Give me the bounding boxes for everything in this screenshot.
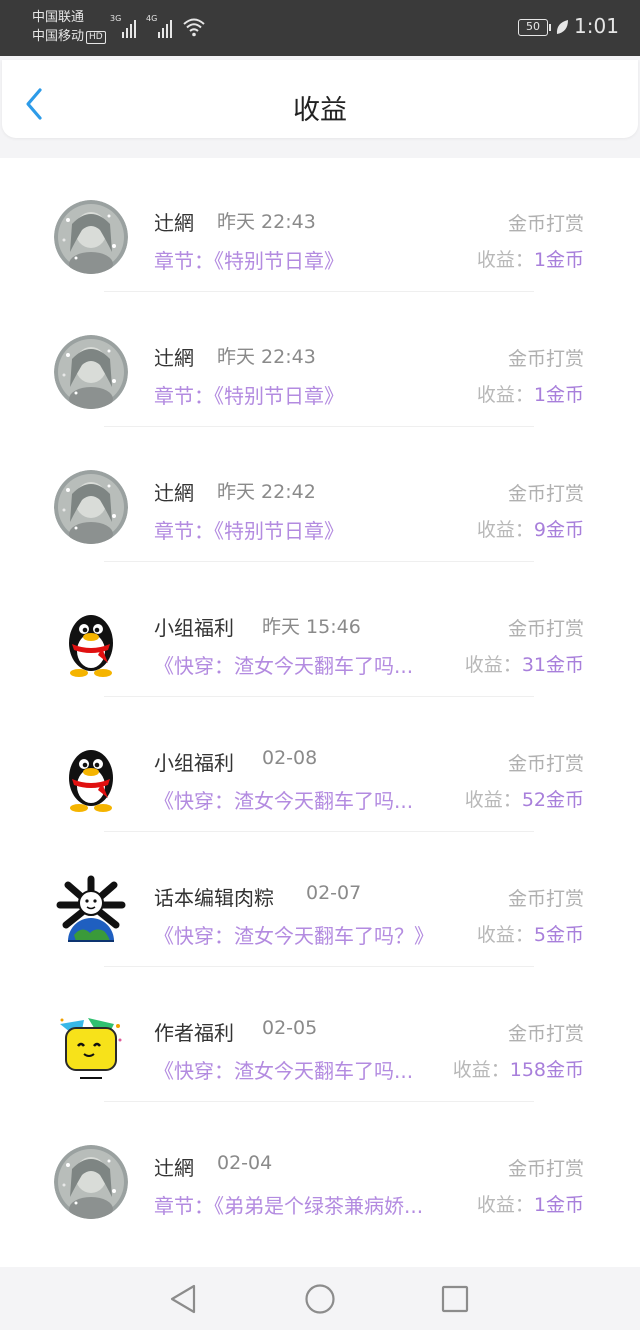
carrier-1: 中国联通 <box>32 10 85 25</box>
chapter-title: 《快穿：渣女今天翻车了吗... <box>154 789 414 813</box>
system-nav-bar <box>0 1267 640 1330</box>
list-item[interactable]: 小组福利 02-08 金币打赏 《快穿：渣女今天翻车了吗... 收益：52金币 <box>0 698 640 833</box>
reward-type: 金币打赏 <box>507 753 584 775</box>
sender-name: 辻網 <box>154 1156 194 1180</box>
divider <box>104 426 534 427</box>
income-amount: 收益：158金币 <box>453 1055 584 1082</box>
list-item[interactable]: 辻網 昨天 22:43 金币打赏 章节：《特别节日章》 收益：1金币 <box>0 158 640 293</box>
list-item[interactable]: 辻網 02-04 金币打赏 章节：《弟弟是个绿茶兼病娇... 收益：1金币 <box>0 1103 640 1238</box>
chapter-title: 《快穿：渣女今天翻车了吗... <box>154 1059 414 1083</box>
divider <box>104 1101 534 1102</box>
chapter-title: 章节：《特别节日章》 <box>154 249 344 273</box>
income-value: 5金币 <box>533 924 584 946</box>
sender-name: 话本编辑肉粽 <box>154 886 274 910</box>
signal-4g-icon: 4G <box>146 14 176 38</box>
wifi-icon <box>183 18 205 37</box>
avatar-penguin[interactable] <box>54 740 128 814</box>
hd-badge: HD <box>86 31 106 44</box>
sender-name: 辻網 <box>154 481 194 505</box>
income-label: 收益： <box>476 924 534 946</box>
avatar-yellow-emoji[interactable] <box>54 1010 128 1084</box>
income-label: 收益： <box>476 384 534 406</box>
income-amount: 收益：9金币 <box>477 515 584 542</box>
leaf-icon <box>556 20 568 34</box>
income-label: 收益： <box>452 1059 510 1081</box>
sender-name: 辻網 <box>154 211 194 235</box>
divider <box>104 696 534 697</box>
chapter-title: 章节：《特别节日章》 <box>154 519 344 543</box>
divider <box>104 291 534 292</box>
chapter-title: 章节：《弟弟是个绿茶兼病娇... <box>154 1194 424 1218</box>
reward-type: 金币打赏 <box>507 888 584 910</box>
income-list: 辻網 昨天 22:43 金币打赏 章节：《特别节日章》 收益：1金币 辻網 昨天… <box>0 158 640 1267</box>
divider <box>104 831 534 832</box>
income-amount: 收益：1金币 <box>477 1190 584 1217</box>
timestamp: 昨天 15:46 <box>262 616 361 638</box>
avatar-anime-girl[interactable] <box>54 200 128 274</box>
divider <box>104 561 534 562</box>
reward-type: 金币打赏 <box>507 483 584 505</box>
income-amount: 收益：52金币 <box>465 785 584 812</box>
avatar-anime-girl[interactable] <box>54 335 128 409</box>
income-label: 收益： <box>476 1194 534 1216</box>
timestamp: 昨天 22:43 <box>217 211 316 233</box>
page-title: 收益 <box>293 95 347 126</box>
reward-type: 金币打赏 <box>507 1023 584 1045</box>
income-value: 1金币 <box>533 384 584 406</box>
reward-type: 金币打赏 <box>507 1158 584 1180</box>
income-amount: 收益：31金币 <box>465 650 584 677</box>
chapter-title: 《快穿：渣女今天翻车了吗？》 <box>154 924 434 948</box>
income-label: 收益： <box>464 654 522 676</box>
income-value: 1金币 <box>533 249 584 271</box>
circle-home-icon[interactable] <box>300 1281 340 1317</box>
avatar-earth-skull[interactable] <box>54 875 128 949</box>
sender-name: 小组福利 <box>154 751 234 775</box>
carrier-2: 中国移动 <box>32 29 85 44</box>
signal-3g-icon: 3G <box>110 14 140 38</box>
income-value: 158金币 <box>509 1059 584 1081</box>
income-label: 收益： <box>464 789 522 811</box>
timestamp: 02-08 <box>262 747 318 769</box>
list-item[interactable]: 话本编辑肉粽 02-07 金币打赏 《快穿：渣女今天翻车了吗？》 收益：5金币 <box>0 833 640 968</box>
income-value: 1金币 <box>533 1194 584 1216</box>
list-item[interactable]: 小组福利 昨天 15:46 金币打赏 《快穿：渣女今天翻车了吗... 收益：31… <box>0 563 640 698</box>
income-amount: 收益：1金币 <box>477 380 584 407</box>
status-bar: 中国联通 中国移动 HD 3G 4G 50 1:01 <box>0 0 640 56</box>
reward-type: 金币打赏 <box>507 348 584 370</box>
timestamp: 02-07 <box>306 882 362 904</box>
header-bar: 收益 <box>2 60 638 138</box>
income-amount: 收益：5金币 <box>477 920 584 947</box>
divider <box>104 966 534 967</box>
income-label: 收益： <box>476 249 534 271</box>
reward-type: 金币打赏 <box>507 213 584 235</box>
status-time: 1:01 <box>574 14 619 38</box>
sender-name: 小组福利 <box>154 616 234 640</box>
battery-icon: 50 <box>518 19 548 36</box>
income-value: 31金币 <box>521 654 584 676</box>
sender-name: 辻網 <box>154 346 194 370</box>
list-item[interactable]: 作者福利 02-05 金币打赏 《快穿：渣女今天翻车了吗... 收益：158金币 <box>0 968 640 1103</box>
income-amount: 收益：1金币 <box>477 245 584 272</box>
list-item[interactable]: 辻網 昨天 22:42 金币打赏 章节：《特别节日章》 收益：9金币 <box>0 428 640 563</box>
timestamp: 02-05 <box>262 1017 318 1039</box>
battery-tip <box>549 24 551 31</box>
income-value: 52金币 <box>521 789 584 811</box>
avatar-anime-girl[interactable] <box>54 1145 128 1219</box>
triangle-back-icon[interactable] <box>164 1281 204 1317</box>
income-label: 收益： <box>476 519 534 541</box>
sender-name: 作者福利 <box>154 1021 234 1045</box>
avatar-penguin[interactable] <box>54 605 128 679</box>
timestamp: 昨天 22:43 <box>217 346 316 368</box>
chapter-title: 《快穿：渣女今天翻车了吗... <box>154 654 414 678</box>
reward-type: 金币打赏 <box>507 618 584 640</box>
list-item[interactable]: 辻網 昨天 22:43 金币打赏 章节：《特别节日章》 收益：1金币 <box>0 293 640 428</box>
avatar-anime-girl[interactable] <box>54 470 128 544</box>
income-value: 9金币 <box>533 519 584 541</box>
square-recent-icon[interactable] <box>435 1281 475 1317</box>
timestamp: 02-04 <box>217 1152 273 1174</box>
timestamp: 昨天 22:42 <box>217 481 316 503</box>
chapter-title: 章节：《特别节日章》 <box>154 384 344 408</box>
carrier-info: 中国联通 中国移动 HD <box>32 8 106 46</box>
